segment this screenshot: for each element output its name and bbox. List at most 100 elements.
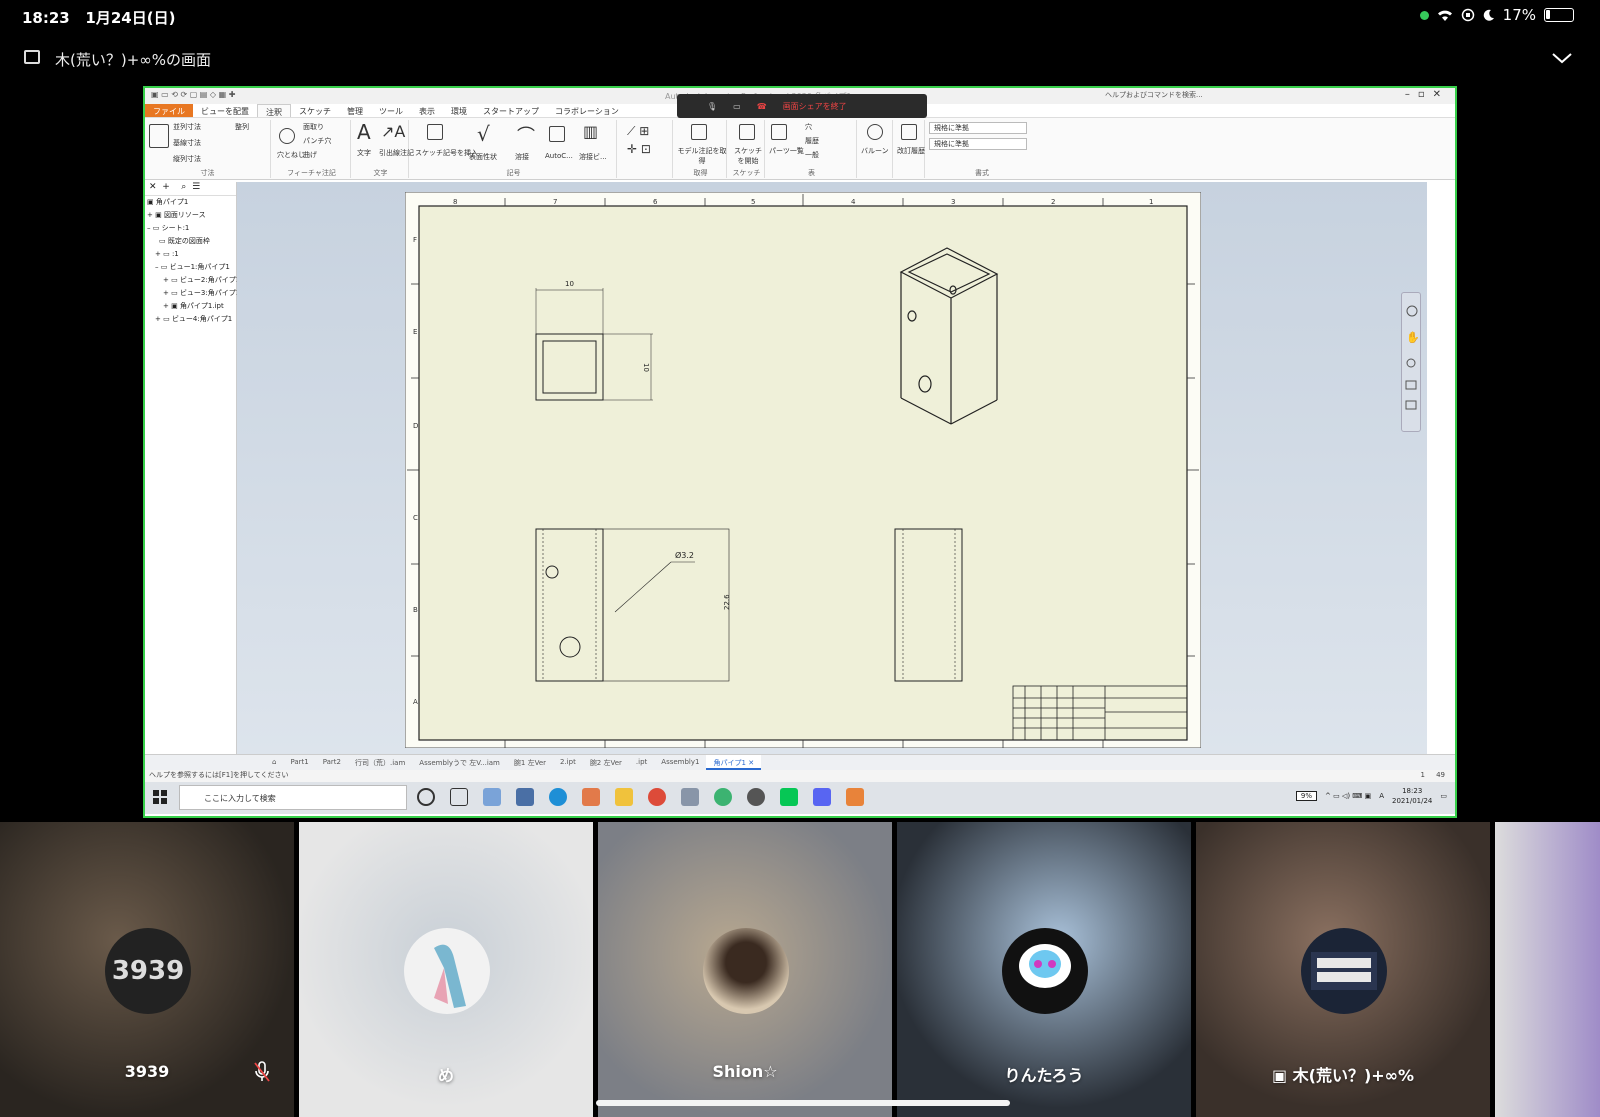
doc-tab-active[interactable]: 角パイプ1 ✕ (706, 755, 762, 770)
text-a-icon[interactable]: A (357, 120, 371, 144)
end-share-button[interactable]: 画面シェアを終了 (783, 101, 847, 112)
window-controls[interactable]: –▫✕ (1405, 89, 1449, 100)
revision-history-icon[interactable] (901, 124, 917, 140)
chamfer-note-button[interactable]: 面取り (303, 122, 324, 132)
tree-item-part[interactable]: + ▣ 角パイプ1.ipt (145, 300, 236, 313)
tree-item-view2[interactable]: + ▭ ビュー2:角パイプ1 (145, 274, 240, 287)
tab-collaborate[interactable]: コラボレーション (547, 104, 627, 117)
model-annotation-icon[interactable] (691, 124, 707, 140)
help-search-input[interactable]: ヘルプおよびコマンドを検索... (1105, 90, 1203, 100)
explorer-icon[interactable] (615, 788, 633, 806)
quick-access-toolbar[interactable]: ▣ ▭ ⟲ ⟳ ▢ ▤ ◇ ▦ ✚ (151, 90, 235, 99)
participant-tile[interactable]: ▣ 木(荒い？)+∞% (1196, 822, 1490, 1117)
dimension-icon[interactable] (149, 124, 169, 148)
weld-button[interactable]: 溶接 (515, 152, 529, 162)
surface-texture-button[interactable]: 表面性状 (469, 152, 497, 162)
balloon-icon[interactable] (867, 124, 883, 140)
baseline-dim-button[interactable]: 基線寸法 (173, 138, 201, 148)
autocad-block-icon[interactable] (549, 126, 565, 142)
store-icon[interactable] (516, 788, 534, 806)
sketch-symbol-icon[interactable] (427, 124, 443, 140)
tree-item-root[interactable]: ▣ 角パイプ1 (145, 196, 236, 209)
browser-search-icon[interactable]: ⌕ (173, 182, 186, 192)
ime-indicator[interactable]: A (1379, 792, 1384, 800)
chain-dim-button[interactable]: 縦列寸法 (173, 154, 201, 164)
hangup-icon[interactable]: ☎ (757, 102, 767, 111)
doc-tab[interactable]: 腕1 左Ver (507, 755, 553, 770)
participant-tile-partial[interactable] (1495, 822, 1600, 1117)
notification-icon[interactable]: ▭ (1440, 792, 1447, 800)
look-at-icon[interactable] (1405, 400, 1417, 410)
tray-clock[interactable]: 18:23 2021/01/24 (1392, 786, 1432, 806)
browser-add-icon[interactable]: + (159, 182, 170, 192)
cortana-icon[interactable] (417, 788, 435, 806)
app-icon[interactable] (714, 788, 732, 806)
tab-sketch[interactable]: スケッチ (291, 104, 339, 117)
tab-place-views[interactable]: ビューを配置 (193, 104, 257, 117)
participant-tile[interactable]: りんたろう (897, 822, 1191, 1117)
doc-tab[interactable]: Assembly1 (654, 755, 706, 770)
settings-icon[interactable] (747, 788, 765, 806)
discord-icon[interactable] (813, 788, 831, 806)
zoom-window-icon[interactable] (1405, 380, 1417, 390)
punch-note-button[interactable]: パンチ穴 (303, 136, 331, 146)
hole-table-button[interactable]: 穴 (805, 122, 812, 132)
tree-item-border[interactable]: ▭ 既定の図面枠 (145, 235, 236, 248)
line-tool-icon[interactable]: ⟋ ⊞ (627, 124, 649, 139)
app-icon[interactable] (483, 788, 501, 806)
weld-icon[interactable]: ⌒ (517, 122, 535, 148)
start-sketch-button[interactable]: スケッチを開始 (731, 146, 765, 166)
home-indicator[interactable] (596, 1100, 1010, 1106)
leader-text-icon[interactable]: ↗A (381, 122, 405, 141)
tab-file[interactable]: ファイル (145, 104, 193, 117)
browser-close-icon[interactable]: ✕ (149, 182, 157, 192)
line-icon[interactable] (780, 788, 798, 806)
inventor-icon[interactable] (846, 788, 864, 806)
drawing-canvas[interactable]: 8 7 6 5 4 3 2 1 F E D C B A 10 10 Ø3.2 2… (237, 182, 1427, 754)
chrome-icon[interactable] (648, 788, 666, 806)
tab-annotate[interactable]: 注釈 (257, 104, 291, 117)
hole-thread-icon[interactable] (279, 128, 295, 144)
app-icon[interactable] (681, 788, 699, 806)
tab-tools[interactable]: ツール (371, 104, 411, 117)
home-icon[interactable]: ⌂ (265, 755, 283, 770)
close-icon[interactable]: ✕ (748, 759, 754, 767)
participant-tile[interactable]: 3939 3939 (0, 822, 294, 1117)
tab-get-started[interactable]: スタートアップ (475, 104, 547, 117)
parts-list-button[interactable]: パーツ一覧 (769, 146, 804, 156)
taskbar-search-input[interactable]: ここに入力して検索 (179, 785, 407, 810)
revision-history-button[interactable]: 改訂履歴 (897, 146, 925, 156)
leader-text-button[interactable]: 引出線注記 (379, 148, 414, 158)
tray-icons[interactable]: ^ ▭ ◁) ⌨ ▣ (1325, 792, 1371, 800)
tree-item-sheet[interactable]: – ▭ シート:1 (145, 222, 236, 235)
text-button[interactable]: 文字 (357, 148, 371, 158)
participant-tile[interactable]: Shion☆ (598, 822, 892, 1117)
edge-icon[interactable] (549, 788, 567, 806)
tab-manage[interactable]: 管理 (339, 104, 371, 117)
tree-item-title-block[interactable]: + ▭ :1 (145, 248, 236, 261)
doc-tab[interactable]: Assemblyうで 左V...iam (412, 755, 507, 770)
bend-note-button[interactable]: 曲げ (303, 150, 317, 160)
balloon-button[interactable]: バルーン (861, 146, 889, 156)
tree-item-resources[interactable]: + ▣ 図面リソース (145, 209, 236, 222)
tray-battery[interactable]: 9% (1295, 791, 1317, 801)
autocad-button[interactable]: AutoC... (545, 152, 573, 160)
pan-icon[interactable]: ✋ (1406, 331, 1420, 344)
retrieve-model-annotation-button[interactable]: モデル注記を取得 (677, 146, 727, 166)
doc-tab[interactable]: .ipt (629, 755, 654, 770)
tab-view[interactable]: 表示 (411, 104, 443, 117)
parts-list-icon[interactable] (771, 124, 787, 140)
tree-item-view4[interactable]: + ▭ ビュー4:角パイプ1 (145, 313, 236, 326)
task-view-icon[interactable] (450, 788, 468, 806)
tree-item-view1[interactable]: – ▭ ビュー1:角パイプ1 (145, 261, 236, 274)
arrange-button[interactable]: 整列 (235, 122, 249, 132)
doc-tab[interactable]: 行司（荒）.iam (348, 755, 412, 770)
weld-bead-icon[interactable]: ▥ (583, 122, 598, 141)
browser-menu-icon[interactable]: ☰ (189, 182, 200, 192)
steering-wheel-icon[interactable] (1406, 305, 1418, 317)
doc-tab[interactable]: 2.ipt (553, 755, 583, 770)
style-select-2[interactable]: 規格に準拠 (929, 138, 1027, 150)
navigation-bar[interactable]: ✋ (1401, 292, 1421, 432)
hole-thread-button[interactable]: 穴とねじ (277, 150, 305, 160)
surface-texture-icon[interactable]: √ (477, 122, 490, 146)
